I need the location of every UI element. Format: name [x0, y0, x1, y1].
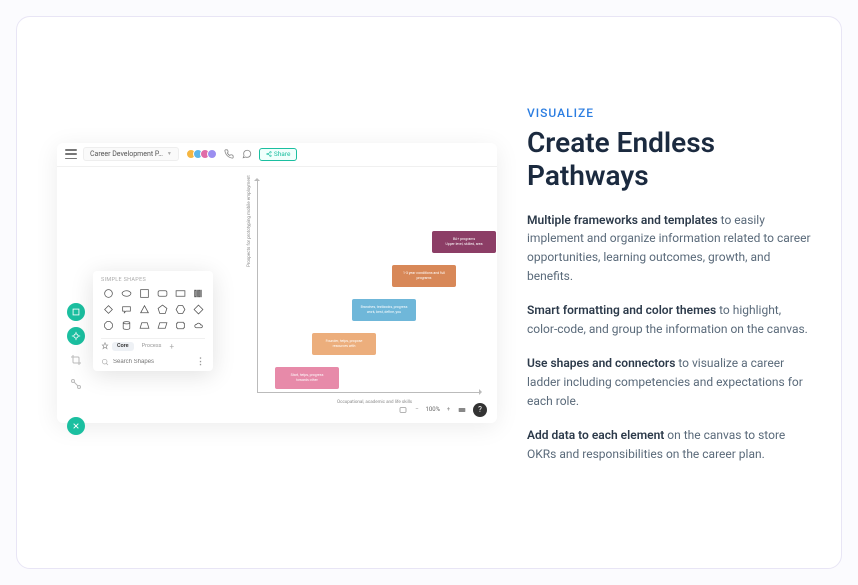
shapes-panel: SIMPLE SHAPES	[93, 271, 213, 371]
add-category-button[interactable]: +	[170, 342, 175, 351]
pin-icon[interactable]	[101, 342, 109, 350]
close-rail-button[interactable]	[67, 417, 85, 435]
target-tool-button[interactable]	[67, 327, 85, 345]
feature-paragraph: Smart formatting and color themes to hig…	[527, 301, 813, 338]
career-stage-box[interactable]: Start, helps, progresstowards other	[275, 367, 339, 389]
menu-icon[interactable]	[65, 149, 77, 159]
app-screenshot: Career Development P… ▼ Share	[57, 143, 497, 443]
app-topbar: Career Development P… ▼ Share	[57, 143, 497, 167]
shape-cloud[interactable]	[191, 319, 205, 332]
chat-icon[interactable]	[241, 149, 253, 159]
phone-icon[interactable]	[223, 149, 235, 159]
crop-tool-button[interactable]	[67, 351, 85, 369]
y-axis	[257, 179, 258, 393]
category-core[interactable]: Core	[112, 342, 134, 351]
shape-pentagon[interactable]	[155, 303, 169, 316]
shape-circle[interactable]	[101, 287, 115, 300]
feature-paragraph: Use shapes and connectors to visualize a…	[527, 354, 813, 410]
shape-diamond[interactable]	[191, 303, 205, 316]
collaborator-avatars[interactable]	[189, 149, 217, 159]
shape-cylinder[interactable]	[119, 319, 133, 332]
shape-square[interactable]	[137, 287, 151, 300]
shape-parallelogram[interactable]	[155, 319, 169, 332]
shape-speech[interactable]	[119, 303, 133, 316]
shape-trapezoid[interactable]	[137, 319, 151, 332]
keyboard-icon[interactable]	[457, 406, 467, 414]
document-title-dropdown[interactable]: Career Development P… ▼	[83, 147, 179, 161]
career-stage-box[interactable]: Branches, textbooks, progresswork, best,…	[352, 299, 416, 321]
feature-paragraph: Multiple frameworks and templates to eas…	[527, 211, 813, 285]
avatar	[207, 149, 217, 159]
marketing-copy: VISUALIZE Create Endless Pathways Multip…	[497, 106, 821, 480]
headline: Create Endless Pathways	[527, 126, 813, 193]
share-button[interactable]: Share	[259, 148, 298, 161]
y-axis-label: Prospects for prototyping mobile employm…	[247, 175, 252, 267]
more-icon[interactable]: ⋮	[196, 357, 205, 367]
shape-rounded-rect[interactable]	[155, 287, 169, 300]
career-stage-box[interactable]: Founder, helps, proposeresources with	[312, 333, 376, 355]
connector-tool-button[interactable]	[67, 375, 85, 393]
category-process[interactable]: Process	[137, 342, 167, 351]
document-title: Career Development P…	[90, 150, 163, 158]
shapes-panel-title: SIMPLE SHAPES	[101, 277, 205, 283]
chevron-down-icon: ▼	[167, 151, 172, 157]
zoom-level: 100%	[425, 406, 440, 413]
help-button[interactable]: ?	[473, 403, 487, 417]
shape-plaque[interactable]	[173, 319, 187, 332]
career-stage-box[interactable]: BA+ programsUpper level, skilled, area	[432, 231, 496, 253]
zoom-toolbar: − 100% + ?	[398, 403, 487, 417]
x-axis	[257, 392, 481, 393]
eyebrow-label: VISUALIZE	[527, 106, 813, 120]
frame-tool-button[interactable]	[67, 303, 85, 321]
shape-rhombus[interactable]	[101, 303, 115, 316]
zoom-out-button[interactable]: −	[412, 406, 421, 413]
shape-search-input[interactable]	[113, 359, 192, 365]
shape-rect[interactable]	[173, 287, 187, 300]
shape-octagon[interactable]	[101, 319, 115, 332]
left-tool-rail	[67, 303, 85, 435]
search-icon	[101, 358, 109, 366]
career-stage-box[interactable]: 1-3 year conditions and fullprograms	[392, 265, 456, 287]
shape-barcode[interactable]	[191, 287, 205, 300]
shape-ellipse[interactable]	[119, 287, 133, 300]
fit-icon[interactable]	[398, 406, 408, 414]
zoom-in-button[interactable]: +	[444, 406, 453, 413]
feature-paragraph: Add data to each element on the canvas t…	[527, 426, 813, 463]
shape-triangle[interactable]	[137, 303, 151, 316]
shape-hexagon[interactable]	[173, 303, 187, 316]
